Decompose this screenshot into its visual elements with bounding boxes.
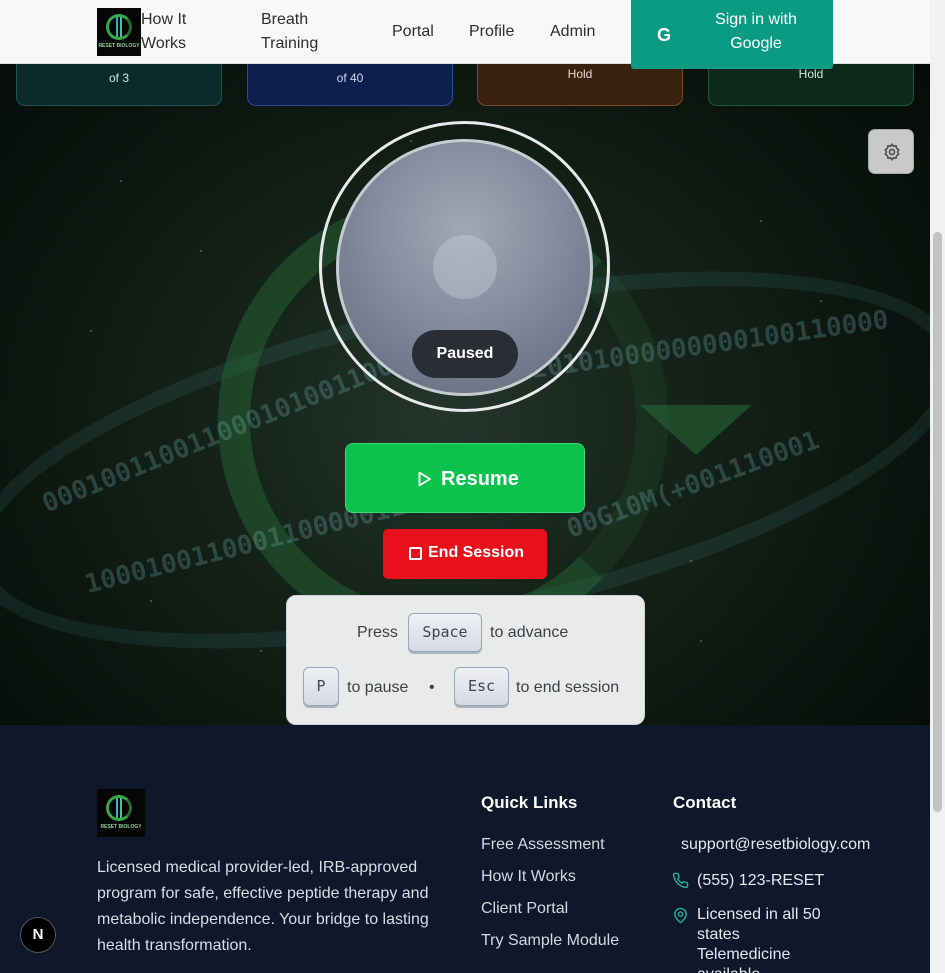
stat-card-text: Hold (798, 67, 824, 81)
resume-button[interactable]: Resume (345, 443, 585, 513)
top-navbar: RESET BIOLOGY How It Works Breath Traini… (0, 0, 930, 69)
end-session-label: End Session (428, 544, 525, 561)
nav-admin[interactable]: Admin (550, 20, 595, 44)
footer-link-how-it-works[interactable]: How It Works (481, 867, 576, 887)
contact-license-line: Telemedicine (697, 946, 791, 963)
breath-orb-core (433, 235, 497, 299)
footer-logo-text: RESET BIOLOGY (100, 824, 142, 830)
nav-portal[interactable]: Portal (392, 20, 434, 44)
contact-title: Contact (673, 793, 737, 812)
hint-text: Press (357, 624, 398, 641)
hint-text: to end session (516, 679, 620, 696)
google-icon: G (656, 25, 671, 45)
hint-text: to advance (490, 624, 569, 641)
scrollbar-thumb[interactable] (933, 232, 942, 812)
space-key: Space (408, 613, 482, 652)
resume-label: Resume (441, 468, 519, 490)
nav-breath-training[interactable]: Breath Training (261, 8, 341, 56)
stat-card-text: Hold (567, 67, 593, 81)
nav-how-it-works[interactable]: How It Works (141, 8, 221, 56)
nav-profile[interactable]: Profile (469, 20, 514, 44)
end-session-button[interactable]: End Session (383, 529, 547, 579)
logo-text: RESET BIOLOGY (98, 43, 140, 49)
phone-icon (672, 872, 689, 889)
logo[interactable]: RESET BIOLOGY (97, 8, 141, 56)
quick-links-title: Quick Links (481, 793, 578, 812)
p-key: P (303, 667, 339, 706)
contact-license-line: Licensed in all 50 (697, 906, 821, 923)
map-pin-icon (674, 907, 687, 924)
footer-description: Licensed medical provider-led, IRB-appro… (97, 859, 429, 954)
stat-card-text: of 40 (336, 71, 364, 85)
footer-link-free-assessment[interactable]: Free Assessment (481, 835, 605, 855)
sign-in-label: Sign in with Google (715, 11, 797, 52)
sign-in-google-button[interactable]: G Sign in with Google (631, 0, 833, 69)
play-icon (418, 471, 431, 487)
contact-email[interactable]: support@resetbiology.com (681, 835, 870, 855)
footer-link-client-portal[interactable]: Client Portal (481, 899, 568, 919)
keyboard-hints-panel: Press Space to advance P to pause • Esc … (286, 595, 645, 725)
footer-logo: RESET BIOLOGY (97, 789, 145, 837)
contact-license-line: states (697, 926, 740, 943)
hint-text: to pause (347, 679, 409, 696)
gear-icon (884, 143, 900, 161)
stop-icon (409, 547, 422, 560)
esc-key: Esc (454, 667, 509, 706)
nextjs-dev-badge[interactable]: N (20, 917, 56, 953)
stat-card-text: of 3 (108, 71, 129, 85)
page-scrollbar[interactable] (930, 0, 945, 973)
cycle-arrowhead-graphic (640, 405, 752, 455)
contact-license-line: available (697, 965, 760, 973)
footer: RESET BIOLOGY Licensed medical provider-… (0, 725, 930, 973)
settings-button[interactable] (868, 129, 914, 174)
footer-link-sample-module[interactable]: Try Sample Module (481, 931, 619, 951)
hint-separator: • (429, 679, 435, 696)
contact-phone[interactable]: (555) 123-RESET (697, 871, 824, 891)
status-badge: Paused (412, 330, 518, 378)
